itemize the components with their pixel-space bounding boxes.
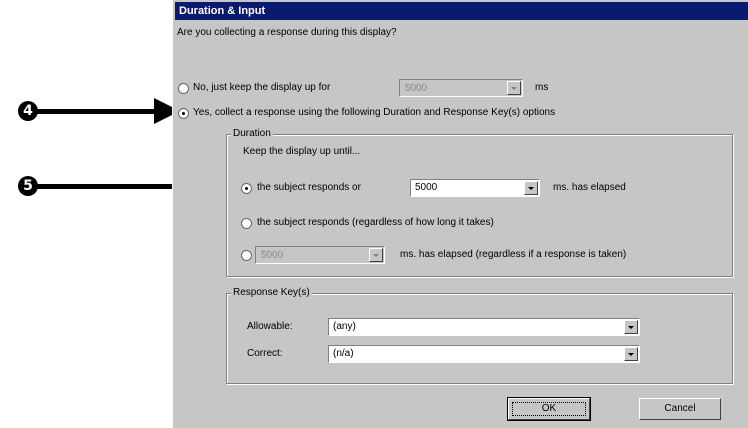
dropdown-arrow-icon[interactable] — [524, 181, 538, 195]
response-keys-group — [226, 293, 733, 384]
elapsed-regardless-label: ms. has elapsed (regardless if a respons… — [400, 249, 627, 260]
ok-button[interactable]: OK — [507, 397, 591, 421]
correct-value: (n/a) — [333, 348, 354, 359]
allowable-combo[interactable]: (any) — [328, 318, 640, 336]
correct-combo[interactable]: (n/a) — [328, 345, 640, 363]
elapsed-value: 5000 — [260, 249, 283, 260]
step-4-arrow — [36, 109, 156, 114]
ok-button-label: OK — [541, 403, 557, 414]
step-4-callout: 4 — [18, 101, 38, 121]
question-label: Are you collecting a response during thi… — [177, 27, 397, 38]
display-duration-combo[interactable]: 5000 — [399, 79, 523, 97]
response-keys-group-label: Response Key(s) — [231, 287, 312, 298]
responds-regardless-label: the subject responds (regardless of how … — [257, 217, 494, 228]
cancel-button-label: Cancel — [664, 403, 696, 414]
duration-input-dialog: Duration & Input Are you collecting a re… — [172, 0, 748, 428]
duration-group-label: Duration — [231, 128, 273, 139]
ms-elapsed-label: ms. has elapsed — [553, 182, 626, 193]
radio-responds-or-elapsed[interactable] — [241, 183, 252, 194]
dropdown-arrow-icon[interactable] — [369, 248, 383, 262]
dropdown-arrow-icon[interactable] — [624, 320, 638, 334]
ms-unit-label: ms — [535, 82, 549, 93]
timeout-value: 5000 — [415, 182, 438, 193]
allowable-label: Allowable: — [247, 321, 293, 332]
duration-subtitle: Keep the display up until... — [243, 146, 361, 157]
collect-response-label: Yes, collect a response using the follow… — [193, 107, 556, 118]
timeout-combo[interactable]: 5000 — [410, 179, 540, 197]
cancel-button[interactable]: Cancel — [639, 398, 721, 420]
correct-label: Correct: — [247, 348, 283, 359]
dialog-title: Duration & Input — [175, 2, 748, 20]
display-duration-value: 5000 — [404, 82, 427, 93]
radio-no-response[interactable] — [178, 83, 189, 94]
no-response-label: No, just keep the display up for — [193, 82, 331, 93]
dropdown-arrow-icon[interactable] — [624, 347, 638, 361]
radio-elapsed-regardless[interactable] — [241, 250, 252, 261]
radio-responds-regardless[interactable] — [241, 218, 252, 229]
step-5-callout: 5 — [18, 176, 38, 196]
allowable-value: (any) — [333, 321, 356, 332]
elapsed-combo[interactable]: 5000 — [255, 246, 385, 264]
responds-or-label: the subject responds or — [257, 182, 361, 193]
dropdown-arrow-icon[interactable] — [507, 81, 521, 95]
radio-collect-response[interactable] — [178, 108, 189, 119]
